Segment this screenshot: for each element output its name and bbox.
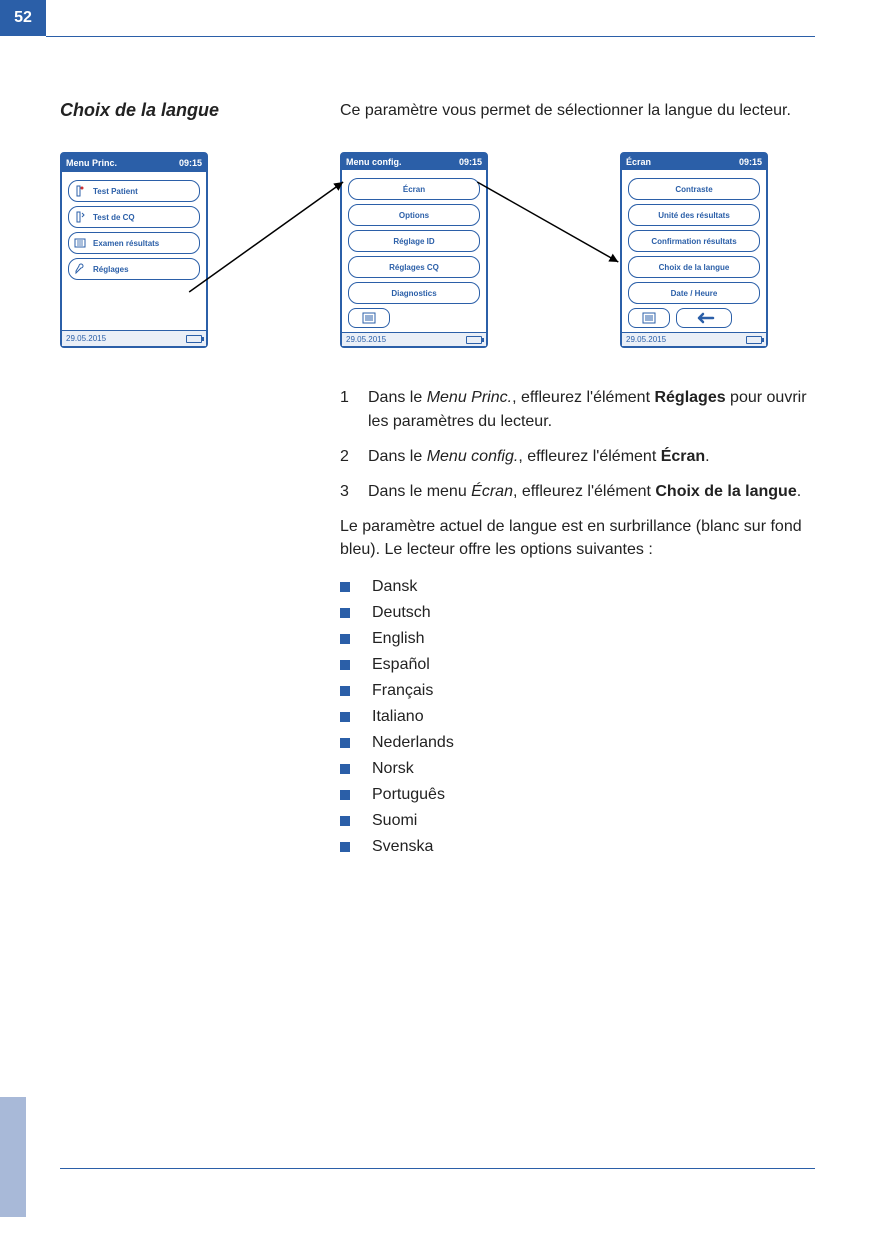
list-item: Nederlands [340, 734, 815, 752]
menu-label: Diagnostics [391, 289, 436, 298]
screen3-title: Écran [626, 157, 739, 167]
menu-label: Examen résultats [93, 239, 159, 248]
menu-item-choix-langue[interactable]: Choix de la langue [628, 256, 760, 278]
menu-item-test-patient[interactable]: Test Patient [68, 180, 200, 202]
bullet-icon [340, 816, 350, 826]
menu-item-contraste[interactable]: Contraste [628, 178, 760, 200]
bullet-icon [340, 790, 350, 800]
screen1-title: Menu Princ. [66, 158, 179, 168]
menu-label: Réglages CQ [389, 263, 439, 272]
menu-label: Confirmation résultats [651, 237, 736, 246]
section-title: Choix de la langue [60, 100, 340, 122]
paragraph: Le paramètre actuel de langue est en sur… [340, 515, 815, 561]
strip-icon [73, 184, 87, 198]
bullet-icon [340, 634, 350, 644]
screen2-title: Menu config. [346, 157, 459, 167]
menu-label: Test de CQ [93, 213, 135, 222]
menu-item-exam-results[interactable]: Examen résultats [68, 232, 200, 254]
screen3-date: 29.05.2015 [626, 335, 666, 344]
list-item: Italiano [340, 708, 815, 726]
battery-icon [746, 336, 762, 344]
list-item: Svenska [340, 838, 815, 856]
device-screen-main: Menu Princ. 09:15 Test Patient Test de C… [60, 152, 208, 348]
list-item: Deutsch [340, 604, 815, 622]
screen2-date: 29.05.2015 [346, 335, 386, 344]
side-tab [0, 1097, 26, 1217]
step-number: 3 [340, 480, 368, 503]
bullet-icon [340, 660, 350, 670]
list-item: Suomi [340, 812, 815, 830]
list-scroll-icon [362, 312, 376, 324]
menu-label: Écran [403, 185, 425, 194]
bullet-icon [340, 764, 350, 774]
bullet-icon [340, 842, 350, 852]
list-icon [73, 236, 87, 250]
menu-item-test-cq[interactable]: Test de CQ [68, 206, 200, 228]
top-divider [46, 36, 815, 37]
screen1-time: 09:15 [179, 158, 202, 168]
screen3-time: 09:15 [739, 157, 762, 167]
menu-label: Choix de la langue [659, 263, 730, 272]
menu-label: Réglage ID [393, 237, 434, 246]
bullet-icon [340, 686, 350, 696]
menu-label: Date / Heure [671, 289, 718, 298]
menu-label: Réglages [93, 265, 129, 274]
list-item: English [340, 630, 815, 648]
battery-icon [186, 335, 202, 343]
bullet-icon [340, 582, 350, 592]
menu-label: Contraste [675, 185, 712, 194]
menu-item-unite[interactable]: Unité des résultats [628, 204, 760, 226]
list-item: Português [340, 786, 815, 804]
battery-icon [466, 336, 482, 344]
menu-item-reglages-cq[interactable]: Réglages CQ [348, 256, 480, 278]
step-text: Dans le Menu config., effleurez l'élémen… [368, 445, 815, 468]
intro-paragraph: Ce paramètre vous permet de sélectionner… [340, 100, 815, 122]
screen2-time: 09:15 [459, 157, 482, 167]
wrench-icon [73, 262, 87, 276]
list-item: Dansk [340, 578, 815, 596]
back-arrow-icon [693, 312, 715, 324]
step-text: Dans le Menu Princ., effleurez l'élément… [368, 386, 815, 432]
menu-label: Test Patient [93, 187, 138, 196]
menu-item-ecran[interactable]: Écran [348, 178, 480, 200]
menu-item-reglage-id[interactable]: Réglage ID [348, 230, 480, 252]
step-text: Dans le menu Écran, effleurez l'élément … [368, 480, 815, 503]
back-button[interactable] [676, 308, 732, 328]
step-number: 1 [340, 386, 368, 432]
step-number: 2 [340, 445, 368, 468]
menu-item-options[interactable]: Options [348, 204, 480, 226]
menu-item-date-heure[interactable]: Date / Heure [628, 282, 760, 304]
menu-label: Options [399, 211, 429, 220]
page-number: 52 [0, 0, 46, 36]
menu-item-settings[interactable]: Réglages [68, 258, 200, 280]
dropper-icon [73, 210, 87, 224]
scroll-button[interactable] [348, 308, 390, 328]
list-scroll-icon [642, 312, 656, 324]
menu-item-confirmation[interactable]: Confirmation résultats [628, 230, 760, 252]
device-screen-ecran: Écran 09:15 Contraste Unité des résultat… [620, 152, 768, 348]
bullet-icon [340, 712, 350, 722]
menu-label: Unité des résultats [658, 211, 730, 220]
device-screen-config: Menu config. 09:15 Écran Options Réglage… [340, 152, 488, 348]
bullet-icon [340, 608, 350, 618]
scroll-button[interactable] [628, 308, 670, 328]
list-item: Español [340, 656, 815, 674]
list-item: Français [340, 682, 815, 700]
screen1-date: 29.05.2015 [66, 334, 106, 343]
list-item: Norsk [340, 760, 815, 778]
menu-item-diagnostics[interactable]: Diagnostics [348, 282, 480, 304]
bottom-divider [60, 1168, 815, 1169]
bullet-icon [340, 738, 350, 748]
